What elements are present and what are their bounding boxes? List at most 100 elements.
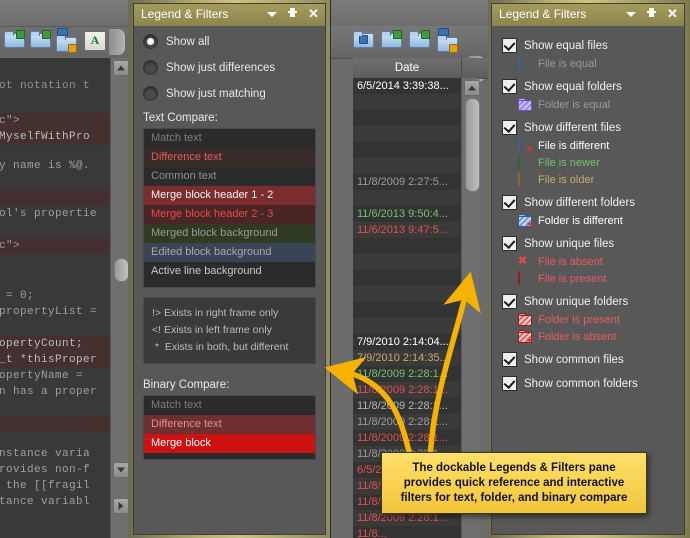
callout-line-2: provides quick reference and interactive [403,476,625,489]
checkbox-indicator[interactable] [502,79,517,94]
folder-up-icon[interactable] [353,31,375,51]
checkbox-show-equal-files[interactable]: Show equal files [502,38,674,53]
scroll-down-button[interactable] [113,462,129,478]
date-list-row[interactable] [353,110,461,126]
radio-indicator[interactable] [143,60,158,75]
date-list-row[interactable] [353,270,461,286]
checkbox-indicator[interactable] [502,352,517,367]
text-compare-legend-item[interactable]: Common text [144,167,315,186]
date-list-row[interactable] [353,190,461,206]
checkbox-indicator[interactable] [502,376,517,391]
checkbox-label: Show different folders [524,196,636,209]
pin-icon[interactable] [286,6,300,22]
text-compare-legend-item[interactable]: Merge block header 1 - 2 [144,186,315,205]
code-line: ropertyCount; [0,338,91,350]
scroll-up-button[interactable] [464,80,480,96]
checkbox-show-unique-files[interactable]: Show unique files [502,236,674,251]
folder-new-green-icon[interactable] [409,30,431,51]
date-list-row[interactable]: 11/8/2009 2:28:1... [353,398,461,414]
text-compare-legend-item[interactable]: Active line background [144,262,315,281]
text-compare-legend-item[interactable]: Edited block background [144,243,315,262]
file-green-icon [518,155,532,169]
radio-indicator[interactable] [143,34,158,49]
text-compare-legend-item[interactable]: Match text [144,129,315,148]
checkbox-label: Show equal folders [524,80,622,93]
date-list-row[interactable] [353,126,461,142]
folder-open-green-icon[interactable] [381,30,403,51]
close-icon[interactable]: ✕ [666,6,680,22]
text-compare-legend-item[interactable]: Merge block header 2 - 3 [144,205,315,224]
date-list-row[interactable]: 11/8/2009 2:28:1... [353,366,461,382]
date-list-row[interactable]: 7/9/2010 2:14:35... [353,350,461,366]
text-compare-legend-item[interactable]: Difference text [144,148,315,167]
date-list-row[interactable]: 7/9/2010 2:14:04... [353,334,461,350]
legend-item: File is equal [502,56,674,70]
radio-indicator[interactable] [143,86,158,101]
code-line: jc"> [0,240,21,252]
left-toolbar-overflow-tab[interactable] [108,28,126,56]
folder-open-green-icon[interactable] [4,30,26,51]
pin-icon[interactable] [645,6,659,22]
checkbox-indicator[interactable] [502,294,517,309]
date-list-row[interactable] [353,158,461,174]
date-list-row[interactable]: 11/8/2009 2:28:1... [353,382,461,398]
date-list-row[interactable]: 11/6/2013 9:50:4... [353,206,461,222]
binary-compare-legend-item[interactable]: Merge block [144,434,315,453]
checkbox-show-different-files[interactable]: Show different files [502,120,674,135]
date-list-row[interactable]: 11/8/2009 2:27:5... [353,174,461,190]
binary-compare-legend-item[interactable]: Difference text [144,415,315,434]
scroll-right-button[interactable] [113,498,129,514]
checkbox-indicator[interactable] [502,236,517,251]
binary-compare-label: Binary Compare: [143,379,230,391]
date-list-row[interactable] [353,94,461,110]
date-list-row[interactable]: 11/6/2013 9:47:5... [353,222,461,238]
scroll-up-button[interactable] [113,60,129,76]
binary-compare-legend-item[interactable]: Match text [144,396,315,415]
middle-toolbar [331,26,488,83]
radio-show-just-matching[interactable]: Show just matching [143,86,316,101]
checkbox-show-common-folders[interactable]: Show common folders [502,376,674,391]
column-header-date[interactable]: Date [353,58,462,78]
date-list-row[interactable]: 6/5/2014 3:39:38... [353,78,461,94]
text-compare-A-icon[interactable]: A [84,31,106,51]
callout-tooltip: The dockable Legends & Filters pane prov… [381,452,647,514]
checkbox-show-equal-folders[interactable]: Show equal folders [502,79,674,94]
date-list-row[interactable] [353,318,461,334]
date-list-row[interactable] [353,142,461,158]
text-compare-legend-list: Match text Difference text Common text Merg… [143,128,316,288]
date-list-row[interactable] [353,254,461,270]
checkbox-indicator[interactable] [502,38,517,53]
legend-item-label: File is different [538,139,610,152]
checkbox-indicator[interactable] [502,195,517,210]
legend-item: File is present [502,271,674,285]
chevron-down-icon[interactable] [624,6,638,22]
text-compare-label: Text Compare: [143,112,218,124]
date-list-row[interactable] [353,238,461,254]
date-list-row[interactable]: 11/8... [353,526,461,538]
scroll-thumb[interactable] [114,258,129,282]
filters-pane-title: Legend & Filters [499,7,587,21]
close-icon[interactable]: ✕ [307,6,321,22]
chevron-down-icon[interactable] [265,6,279,22]
folder-compare-icon[interactable] [56,28,78,53]
date-list-row[interactable]: 11/8/2009 2:28:1... [353,414,461,430]
left-vertical-scrollbar[interactable] [110,58,129,538]
checkbox-show-different-folders[interactable]: Show different folders [502,195,674,210]
radio-show-just-differences[interactable]: Show just differences [143,60,316,75]
folder-compare-icon[interactable] [437,28,459,53]
checkbox-indicator[interactable] [502,120,517,135]
legend-pane-titlebar: Legend & Filters ✕ [134,4,325,27]
filter-mode-radio-group: Show all Show just differences Show just m… [143,34,316,101]
checkbox-show-common-files[interactable]: Show common files [502,352,674,367]
date-list-row[interactable]: 11/8/2009 2:28:1... [353,430,461,446]
date-list-row[interactable] [353,302,461,318]
checkbox-show-unique-folders[interactable]: Show unique folders [502,294,674,309]
date-list-row[interactable] [353,286,461,302]
text-compare-legend-item[interactable]: Merged block background [144,224,315,243]
radio-show-all[interactable]: Show all [143,34,316,49]
exists-note: * Exists in both, but different [152,341,289,353]
left-code-view[interactable]: dot notation t jc"> eMyselfWithPro my name … [0,58,110,538]
scroll-thumb[interactable] [465,98,480,192]
left-toolbar: A [0,0,128,59]
folder-new-green-icon[interactable] [30,30,52,51]
